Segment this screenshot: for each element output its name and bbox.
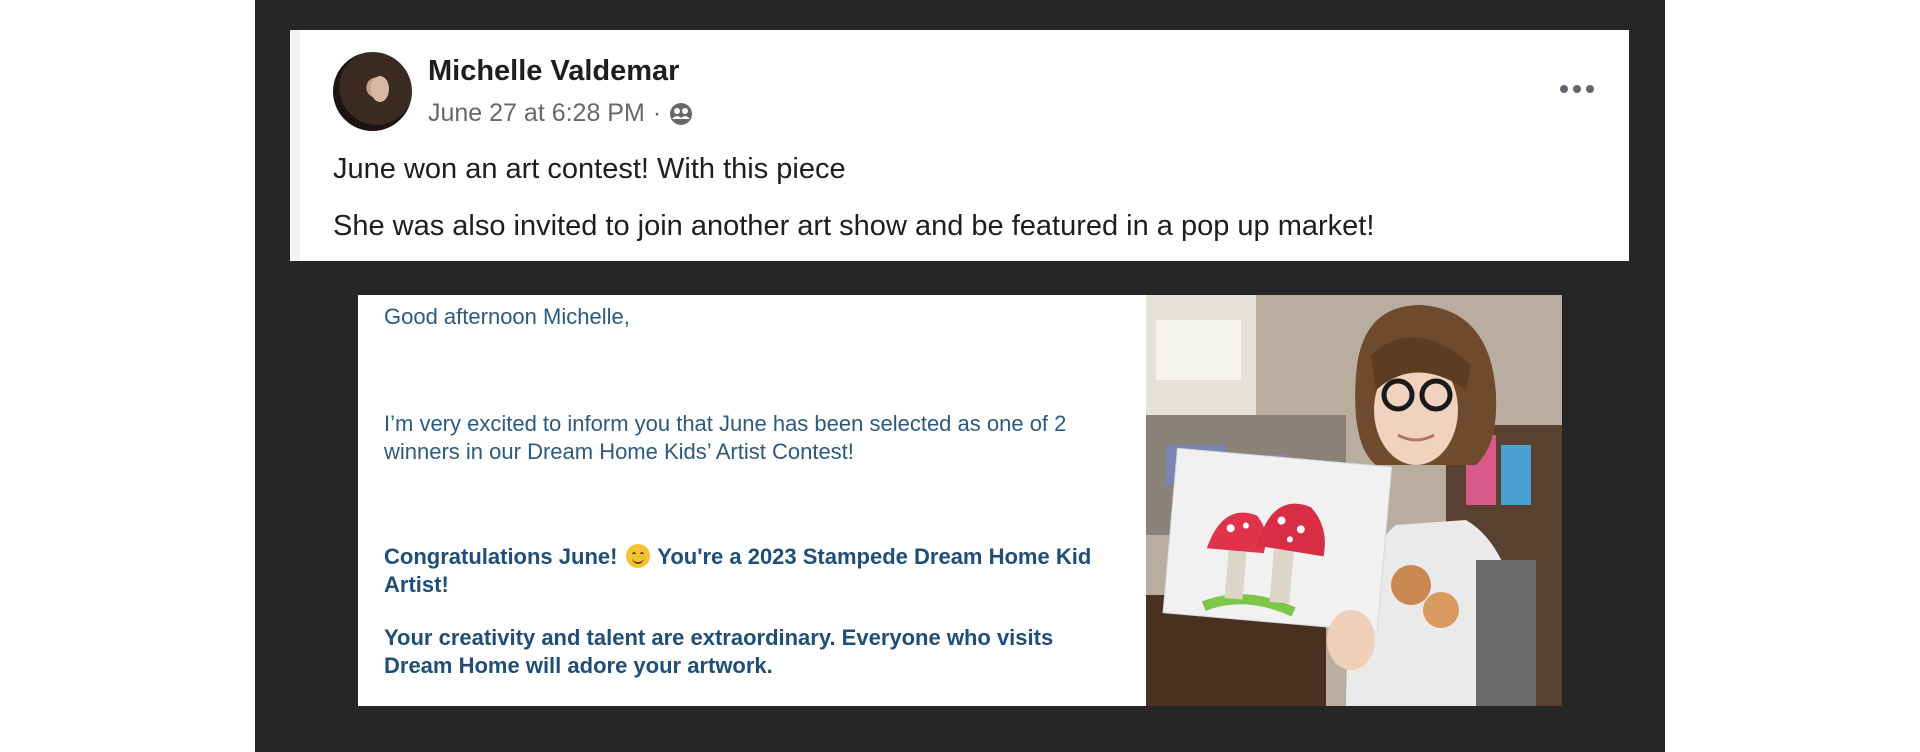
post-text-line-2: She was also invited to join another art… bbox=[333, 210, 1375, 242]
avatar[interactable] bbox=[333, 52, 412, 131]
more-icon-dot bbox=[1560, 85, 1568, 93]
smiling-face-icon bbox=[625, 544, 650, 568]
letter-greeting: Good afternoon Michelle, bbox=[384, 304, 630, 329]
post-text-line-1: June won an art contest! With this piece bbox=[333, 153, 846, 185]
more-icon-dot bbox=[1573, 85, 1581, 93]
post-meta: June 27 at 6:28 PM · bbox=[428, 99, 693, 128]
avatar-face bbox=[371, 76, 389, 102]
contest-letter-image[interactable]: Good afternoon Michelle, I’m very excite… bbox=[358, 295, 1147, 706]
letter-congratulations: Congratulations June! You're a 2023 Stam… bbox=[384, 543, 1124, 599]
artist-photo[interactable] bbox=[1146, 295, 1562, 706]
letter-body: I’m very excited to inform you that June… bbox=[384, 411, 1067, 464]
meta-separator: · bbox=[652, 99, 662, 127]
post-timestamp[interactable]: June 27 at 6:28 PM bbox=[428, 99, 645, 128]
more-icon-dot bbox=[1586, 85, 1594, 93]
author-name[interactable]: Michelle Valdemar bbox=[428, 55, 679, 88]
letter-creativity: Your creativity and talent are extraordi… bbox=[384, 625, 1054, 678]
congrats-part-1: Congratulations June! bbox=[384, 544, 618, 569]
more-options-button[interactable] bbox=[1555, 74, 1599, 104]
friends-icon[interactable] bbox=[669, 102, 693, 126]
